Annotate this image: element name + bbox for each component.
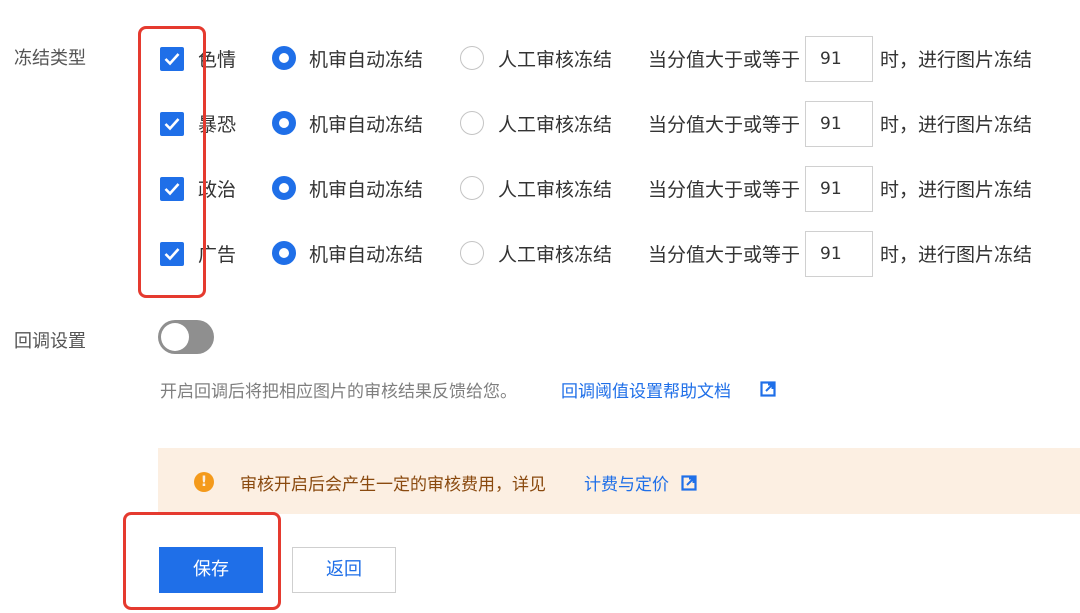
radio-auto-freeze[interactable] (272, 241, 296, 265)
score-suffix: 时，进行图片冻结 (880, 49, 1033, 71)
pricing-link[interactable]: 计费与定价 (584, 470, 669, 495)
radio-auto-freeze[interactable] (272, 111, 296, 135)
radio-manual-label[interactable]: 人工审核冻结 (498, 240, 612, 267)
billing-notice: ! 审核开启后会产生一定的审核费用，详见 计费与定价 (158, 448, 1080, 514)
score-prefix: 当分值大于或等于 (648, 179, 801, 201)
radio-manual-freeze[interactable] (460, 111, 484, 135)
highlight-box-checkboxes (138, 26, 206, 298)
callback-toggle[interactable] (158, 320, 214, 354)
score-input[interactable]: 91 (805, 231, 873, 277)
external-link-icon[interactable] (760, 381, 776, 397)
toggle-knob (161, 323, 189, 351)
radio-auto-label[interactable]: 机审自动冻结 (309, 240, 423, 267)
radio-auto-label[interactable]: 机审自动冻结 (309, 110, 423, 137)
radio-manual-label[interactable]: 人工审核冻结 (498, 175, 612, 202)
radio-manual-freeze[interactable] (460, 176, 484, 200)
callback-help-link[interactable]: 回调阈值设置帮助文档 (561, 377, 731, 402)
radio-auto-label[interactable]: 机审自动冻结 (309, 45, 423, 72)
radio-auto-label[interactable]: 机审自动冻结 (309, 175, 423, 202)
radio-manual-label[interactable]: 人工审核冻结 (498, 45, 612, 72)
back-button[interactable]: 返回 (292, 547, 396, 593)
radio-manual-freeze[interactable] (460, 241, 484, 265)
callback-hint: 开启回调后将把相应图片的审核结果反馈给您。 (160, 382, 517, 402)
score-input[interactable]: 91 (805, 101, 873, 147)
score-suffix: 时，进行图片冻结 (880, 244, 1033, 266)
callback-label: 回调设置 (14, 331, 86, 352)
score-suffix: 时，进行图片冻结 (880, 179, 1033, 201)
radio-auto-freeze[interactable] (272, 176, 296, 200)
highlight-box-save (123, 512, 281, 610)
score-prefix: 当分值大于或等于 (648, 49, 801, 71)
score-suffix: 时，进行图片冻结 (880, 114, 1033, 136)
radio-auto-freeze[interactable] (272, 46, 296, 70)
score-prefix: 当分值大于或等于 (648, 244, 801, 266)
score-input[interactable]: 91 (805, 166, 873, 212)
radio-manual-freeze[interactable] (460, 46, 484, 70)
external-link-icon[interactable] (681, 475, 697, 491)
radio-manual-label[interactable]: 人工审核冻结 (498, 110, 612, 137)
score-input[interactable]: 91 (805, 36, 873, 82)
score-prefix: 当分值大于或等于 (648, 114, 801, 136)
warning-circle-icon: ! (194, 472, 214, 492)
notice-text: 审核开启后会产生一定的审核费用，详见 (240, 475, 546, 495)
